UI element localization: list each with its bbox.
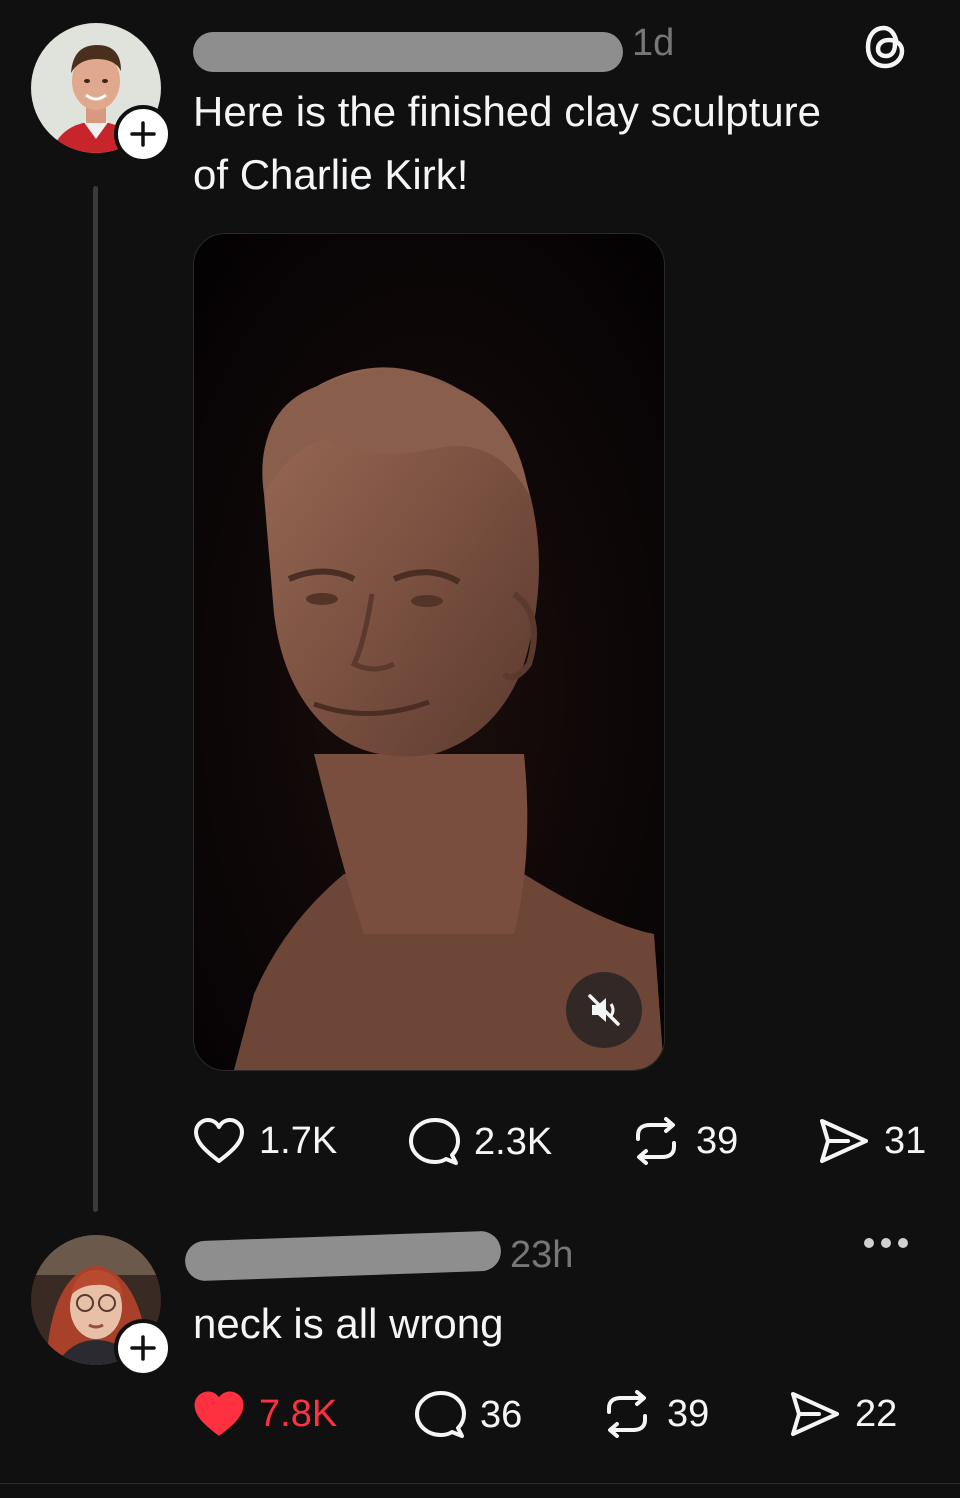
clay-bust-image bbox=[194, 234, 664, 1070]
reply-share-count: 22 bbox=[855, 1392, 898, 1435]
reply-count: 2.3K bbox=[474, 1120, 553, 1163]
share-button[interactable]: 31 bbox=[818, 1117, 926, 1165]
repost-count: 39 bbox=[696, 1119, 739, 1162]
bottom-divider bbox=[0, 1483, 960, 1484]
reply-share-button[interactable]: 22 bbox=[789, 1390, 897, 1438]
threads-logo-icon[interactable] bbox=[862, 22, 910, 77]
more-options-icon[interactable] bbox=[864, 1238, 908, 1248]
redacted-username[interactable] bbox=[193, 32, 623, 72]
reply-reply-button[interactable]: 36 bbox=[414, 1390, 522, 1440]
comment-bubble-icon bbox=[415, 1391, 466, 1438]
reply-timestamp: 23h bbox=[510, 1234, 574, 1276]
like-count: 1.7K bbox=[259, 1119, 338, 1162]
follow-plus-button[interactable] bbox=[114, 105, 172, 163]
mute-toggle-button[interactable] bbox=[566, 972, 642, 1048]
send-icon bbox=[820, 1119, 868, 1163]
post-video[interactable] bbox=[193, 233, 665, 1071]
reply-repost-button[interactable]: 39 bbox=[601, 1390, 709, 1438]
post-timestamp: 1d bbox=[632, 22, 675, 64]
plus-icon bbox=[130, 121, 156, 147]
share-count: 31 bbox=[884, 1119, 927, 1162]
reply-reply-count: 36 bbox=[480, 1393, 523, 1436]
reply-button[interactable]: 2.3K bbox=[408, 1117, 552, 1167]
reply-text: neck is all wrong bbox=[193, 1300, 504, 1347]
thread-connector-line bbox=[93, 186, 98, 1212]
reply-repost-count: 39 bbox=[667, 1392, 710, 1435]
plus-icon bbox=[130, 1335, 156, 1361]
like-button[interactable]: 1.7K bbox=[193, 1117, 337, 1165]
repost-icon bbox=[607, 1390, 647, 1438]
speaker-muted-icon bbox=[588, 994, 620, 1026]
post-text-line-1: Here is the finished clay sculpture bbox=[193, 88, 821, 135]
follow-plus-button[interactable] bbox=[114, 1319, 172, 1377]
reply-like-button[interactable]: 7.8K bbox=[193, 1390, 337, 1438]
repost-icon bbox=[636, 1117, 676, 1165]
redacted-reply-username[interactable] bbox=[184, 1230, 502, 1282]
heart-filled-icon bbox=[194, 1391, 244, 1436]
heart-icon bbox=[194, 1118, 244, 1163]
repost-button[interactable]: 39 bbox=[630, 1117, 738, 1165]
comment-bubble-icon bbox=[409, 1118, 460, 1165]
post-text-line-2: of Charlie Kirk! bbox=[193, 151, 469, 198]
send-icon bbox=[791, 1392, 839, 1436]
reply-like-count: 7.8K bbox=[259, 1392, 338, 1435]
